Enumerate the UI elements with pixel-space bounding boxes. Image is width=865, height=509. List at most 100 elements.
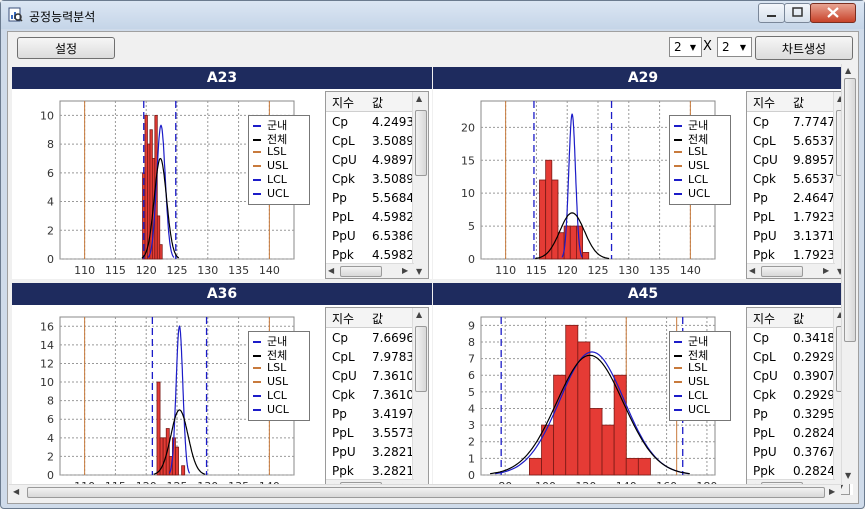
table-row[interactable]: Cpk 5.6537 [747, 170, 835, 189]
column-header-key[interactable]: 지수 [753, 94, 775, 111]
table-horizontal-thumb[interactable] [761, 266, 803, 277]
table-horizontal-scrollbar[interactable]: ◀▶ [326, 263, 414, 278]
legend-swatch [674, 193, 682, 195]
main-vertical-scrollbar[interactable]: ▲ ▼ [841, 64, 857, 484]
table-row[interactable]: Cp 7.7747 [747, 113, 835, 132]
y-tick-label: 8 [468, 336, 475, 349]
table-row[interactable]: PpL 1.7923 [747, 208, 835, 227]
scroll-left-icon[interactable]: ◀ [328, 266, 334, 275]
legend-item: LCL [674, 389, 708, 402]
table-row[interactable]: PpU 6.5386 [326, 227, 414, 246]
table-row[interactable]: Pp 0.3295 [747, 405, 835, 424]
table-row[interactable]: Pp 2.4647 [747, 189, 835, 208]
scroll-right-icon[interactable]: ▶ [829, 487, 835, 496]
legend-label: UCL [267, 403, 289, 416]
index-value: 4.9897 [372, 153, 414, 167]
legend-label: LSL [267, 145, 287, 158]
legend-item: LCL [253, 389, 287, 402]
scroll-up-icon[interactable]: ▲ [416, 310, 422, 319]
main-horizontal-scrollbar[interactable]: ◀ ▶ [9, 484, 841, 499]
table-horizontal-scrollbar[interactable]: ◀▶ [747, 263, 835, 278]
y-tick-label: 4 [47, 432, 54, 445]
table-row[interactable]: PpL 0.2824 [747, 424, 835, 443]
y-tick-label: 2 [468, 436, 475, 449]
column-header-key[interactable]: 지수 [332, 94, 354, 111]
column-header-key[interactable]: 지수 [332, 310, 354, 327]
legend-swatch [674, 341, 682, 343]
column-header-key[interactable]: 지수 [753, 310, 775, 327]
close-button[interactable] [810, 3, 856, 23]
table-row[interactable]: PpU 3.1371 [747, 227, 835, 246]
y-tick-label: 4 [468, 402, 475, 415]
table-row[interactable]: Cp 0.3418 [747, 329, 835, 348]
table-row[interactable]: Pp 5.5684 [326, 189, 414, 208]
y-tick-label: 5 [468, 386, 475, 399]
index-name: Pp [332, 191, 347, 205]
table-row[interactable]: CpU 9.8957 [747, 151, 835, 170]
legend-swatch [674, 125, 682, 127]
table-row[interactable]: PpU 0.3767 [747, 443, 835, 462]
table-row[interactable]: Pp 3.4197 [326, 405, 414, 424]
scroll-down-icon[interactable]: ▼ [416, 267, 422, 276]
scroll-right-icon[interactable]: ▶ [402, 266, 408, 275]
rows-select[interactable]: 2 ▼ [669, 37, 702, 57]
create-chart-button[interactable]: 차트생성 [755, 36, 853, 60]
table-row[interactable]: Cp 4.2493 [326, 113, 414, 132]
index-table[interactable]: 지수 값 Cp 4.2493 CpL 3.5089 CpU 4.9897 Cpk 3.5089 Pp… [325, 91, 429, 279]
minimize-button[interactable] [758, 3, 785, 23]
scroll-up-icon[interactable]: ▲ [845, 66, 851, 75]
main-vertical-thumb[interactable] [844, 78, 856, 342]
table-row[interactable]: CpL 7.9783 [326, 348, 414, 367]
column-header-value[interactable]: 값 [372, 310, 383, 327]
index-table[interactable]: 지수 값 Cp 0.3418 CpL 0.2929 CpU 0.3907 Cpk 0.2929 Pp… [746, 307, 850, 495]
window-title: 공정능력분석 [29, 10, 96, 24]
maximize-button[interactable] [784, 3, 811, 23]
cols-select[interactable]: 2 ▼ [717, 37, 752, 57]
scroll-left-icon[interactable]: ◀ [749, 266, 755, 275]
index-name: Ppk [753, 464, 775, 478]
index-name: PpL [753, 426, 775, 440]
scroll-right-icon[interactable]: ▶ [823, 266, 829, 275]
table-vertical-scrollbar[interactable]: ▲▼ [412, 92, 428, 278]
settings-button[interactable]: 설정 [17, 37, 115, 59]
column-header-value[interactable]: 값 [793, 94, 804, 111]
table-row[interactable]: PpL 3.5573 [326, 424, 414, 443]
table-row[interactable]: CpU 4.9897 [326, 151, 414, 170]
y-tick-label: 3 [468, 419, 475, 432]
table-row[interactable]: CpL 5.6537 [747, 132, 835, 151]
y-tick-label: 0 [47, 253, 54, 266]
table-row[interactable]: Cpk 0.2929 [747, 386, 835, 405]
legend-label: LSL [688, 361, 708, 374]
legend-item: UCL [253, 403, 289, 416]
main-horizontal-thumb[interactable] [27, 487, 825, 498]
index-table[interactable]: 지수 값 Cp 7.7747 CpL 5.6537 CpU 9.8957 Cpk 5.6537 Pp… [746, 91, 850, 279]
y-tick-label: 6 [47, 413, 54, 426]
scroll-down-icon[interactable]: ▼ [845, 471, 851, 480]
index-value: 6.5386 [372, 229, 414, 243]
table-row[interactable]: CpL 3.5089 [326, 132, 414, 151]
times-label: X [703, 39, 712, 54]
table-row[interactable]: Cpk 3.5089 [326, 170, 414, 189]
table-row[interactable]: Cpk 7.3610 [326, 386, 414, 405]
table-row[interactable]: CpU 0.3907 [747, 367, 835, 386]
index-table[interactable]: 지수 값 Cp 7.6696 CpL 7.9783 CpU 7.3610 Cpk 7.3610 Pp… [325, 307, 429, 495]
table-row[interactable]: CpL 0.2929 [747, 348, 835, 367]
column-header-value[interactable]: 값 [793, 310, 804, 327]
table-vertical-scrollbar[interactable]: ▲▼ [412, 308, 428, 494]
scroll-left-icon[interactable]: ◀ [13, 487, 19, 496]
index-name: Pp [332, 407, 347, 421]
y-tick-label: 16 [40, 320, 54, 333]
scroll-up-icon[interactable]: ▲ [416, 94, 422, 103]
x-tick-label: 130 [197, 264, 218, 277]
table-row[interactable]: PpU 3.2821 [326, 443, 414, 462]
table-row[interactable]: Cp 7.6696 [326, 329, 414, 348]
legend-swatch [253, 367, 261, 369]
index-name: Ppk [332, 464, 354, 478]
table-row[interactable]: CpU 7.3610 [326, 367, 414, 386]
column-header-value[interactable]: 값 [372, 94, 383, 111]
index-name: PpU [332, 229, 356, 243]
table-horizontal-thumb[interactable] [340, 266, 382, 277]
table-vertical-thumb[interactable] [415, 326, 427, 392]
table-row[interactable]: PpL 4.5982 [326, 208, 414, 227]
table-vertical-thumb[interactable] [415, 110, 427, 176]
